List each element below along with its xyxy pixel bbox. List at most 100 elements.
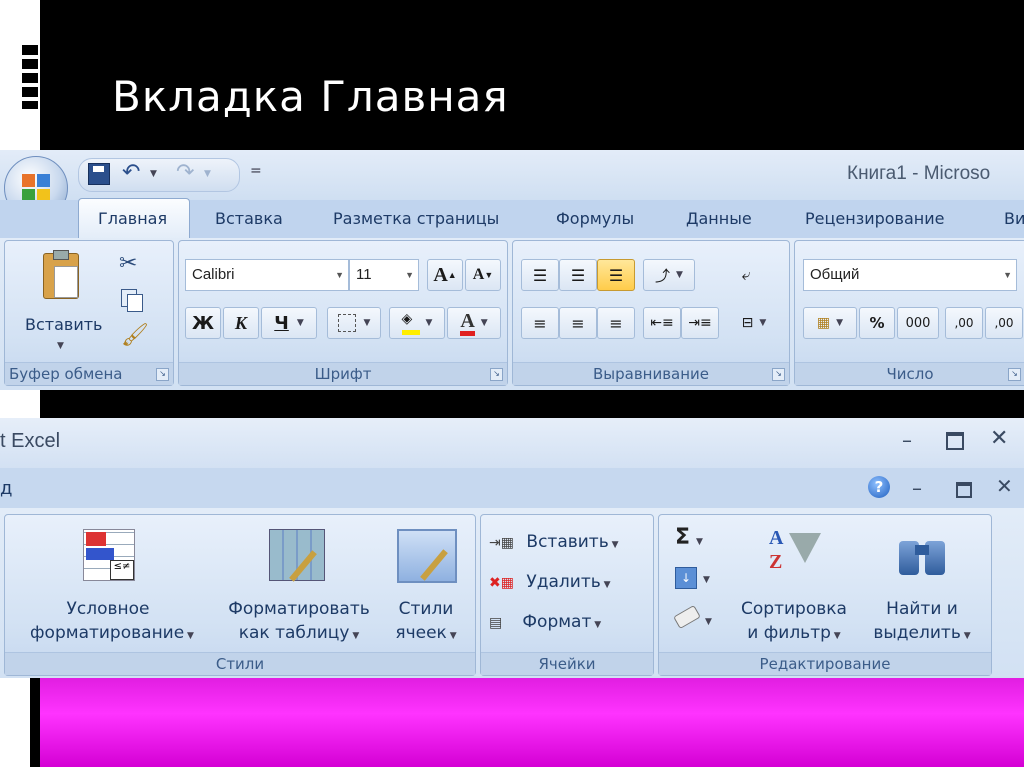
paste-label: Вставить bbox=[25, 315, 103, 334]
font-color-button[interactable]: A ▼ bbox=[447, 307, 501, 339]
find-select-button[interactable]: Найти и выделить ▼ bbox=[861, 519, 983, 645]
minimize-icon[interactable]: – bbox=[902, 428, 912, 452]
font-launcher-icon[interactable]: ↘ bbox=[490, 368, 503, 381]
conditional-formatting-label-2: форматирование ▼ bbox=[30, 623, 194, 643]
wrap-text-icon: ⤶ bbox=[741, 265, 751, 284]
currency-button[interactable]: ▦ ▼ bbox=[803, 307, 857, 339]
editing-group-label: Редактирование bbox=[659, 652, 991, 675]
grow-font-button[interactable]: A ▲ bbox=[427, 259, 463, 291]
number-format-combo[interactable]: Общий ▼ bbox=[803, 259, 1017, 291]
paste-dropdown-icon[interactable]: ▼ bbox=[57, 341, 64, 351]
format-as-table-label-1: Форматировать bbox=[228, 599, 370, 619]
align-right-icon: ≡ bbox=[609, 313, 623, 333]
cell-styles-label-1: Стили bbox=[398, 599, 454, 619]
window-title-2: t Excel bbox=[0, 430, 61, 452]
increase-indent-icon: ⇥≡ bbox=[688, 315, 712, 331]
format-cells-button[interactable]: ▤ Формат ▼ bbox=[489, 607, 649, 637]
autosum-button[interactable]: Σ ▼ bbox=[675, 525, 725, 555]
styles-group-label: Стили bbox=[5, 652, 475, 675]
tab-home[interactable]: Главная bbox=[98, 200, 167, 238]
insert-cells-icon: ⇥▦ bbox=[489, 535, 514, 551]
binoculars-icon bbox=[899, 531, 947, 577]
copy-icon[interactable] bbox=[121, 289, 143, 312]
workbook-minimize-icon[interactable]: – bbox=[912, 476, 922, 500]
help-icon[interactable]: ? bbox=[868, 476, 890, 498]
increase-decimal-button[interactable]: ,00 bbox=[945, 307, 983, 339]
tab-insert[interactable]: Вставка bbox=[215, 200, 283, 238]
paste-button[interactable]: Вставить ▼ bbox=[25, 249, 102, 351]
alignment-launcher-icon[interactable]: ↘ bbox=[772, 368, 785, 381]
orientation-button[interactable]: ⤴ ▼ bbox=[643, 259, 695, 291]
align-center-icon: ≡ bbox=[571, 313, 585, 333]
decrease-indent-button[interactable]: ⇤≡ bbox=[643, 307, 681, 339]
align-center-button[interactable]: ≡ bbox=[559, 307, 597, 339]
sort-filter-button[interactable]: A Z Сортировка и фильтр ▼ bbox=[729, 519, 859, 645]
merge-center-button[interactable]: ⊟ ▼ bbox=[727, 307, 781, 339]
tab-view[interactable]: Ви bbox=[1004, 200, 1024, 238]
increase-indent-button[interactable]: ⇥≡ bbox=[681, 307, 719, 339]
decrease-indent-icon: ⇤≡ bbox=[650, 315, 674, 331]
wrap-text-button[interactable]: ⤶ bbox=[727, 259, 765, 291]
font-size-combo[interactable]: 11 ▼ bbox=[349, 259, 419, 291]
restore-icon[interactable] bbox=[946, 432, 964, 450]
format-cells-icon: ▤ bbox=[489, 615, 503, 631]
tab-fragment[interactable]: д bbox=[0, 478, 12, 499]
delete-cells-button[interactable]: ✖▦ Удалить ▼ bbox=[489, 567, 649, 597]
cut-icon[interactable]: ✂ bbox=[119, 251, 137, 276]
cells-group: ⇥▦ Вставить ▼ ✖▦ Удалить ▼ ▤ Формат ▼ Яч… bbox=[480, 514, 654, 676]
workbook-close-icon[interactable]: ✕ bbox=[996, 474, 1013, 498]
align-middle-button[interactable]: ☰ bbox=[559, 259, 597, 291]
align-bottom-button[interactable]: ☰ bbox=[597, 259, 635, 291]
merge-icon: ⊟ bbox=[741, 315, 754, 331]
conditional-formatting-button[interactable]: ≤≠ Условное форматирование ▼ bbox=[9, 519, 207, 645]
bold-button[interactable]: Ж bbox=[185, 307, 221, 339]
undo-icon[interactable]: ↶ bbox=[122, 160, 140, 185]
borders-button[interactable]: ▼ bbox=[327, 307, 381, 339]
number-group: Общий ▼ ▦ ▼ % 000 ,00 ,00 Число ↘ bbox=[794, 240, 1024, 386]
format-painter-icon[interactable]: 🖌 bbox=[121, 323, 149, 348]
close-icon[interactable]: ✕ bbox=[990, 426, 1008, 451]
redo-dropdown-icon[interactable]: ▼ bbox=[204, 169, 211, 179]
clear-button[interactable]: ▼ bbox=[673, 604, 725, 639]
office-logo-icon bbox=[22, 174, 50, 202]
customize-qat-icon[interactable]: = bbox=[250, 163, 262, 179]
thousands-button[interactable]: 000 bbox=[897, 307, 939, 339]
fill-button[interactable]: ↓ ▼ bbox=[675, 567, 725, 597]
tab-page-layout[interactable]: Разметка страницы bbox=[333, 200, 499, 238]
insert-cells-button[interactable]: ⇥▦ Вставить ▼ bbox=[489, 527, 649, 557]
format-as-table-label-2: как таблицу ▼ bbox=[238, 623, 360, 643]
decrease-decimal-button[interactable]: ,00 bbox=[985, 307, 1023, 339]
redo-icon[interactable]: ↷ bbox=[176, 160, 194, 185]
clipboard-group: Вставить ▼ ✂ 🖌 Буфер обмена ↘ bbox=[4, 240, 174, 386]
align-top-button[interactable]: ☰ bbox=[521, 259, 559, 291]
format-as-table-icon bbox=[269, 529, 325, 582]
format-as-table-button[interactable]: Форматировать как таблицу ▼ bbox=[213, 519, 383, 645]
shrink-font-button[interactable]: A ▼ bbox=[465, 259, 501, 291]
conditional-formatting-icon: ≤≠ bbox=[83, 529, 135, 581]
save-icon[interactable] bbox=[88, 163, 110, 185]
align-left-button[interactable]: ≡ bbox=[521, 307, 559, 339]
tab-review[interactable]: Рецензирование bbox=[805, 200, 944, 238]
find-select-label-2: выделить ▼ bbox=[873, 623, 971, 643]
workbook-restore-icon[interactable] bbox=[956, 482, 972, 498]
clipboard-group-label: Буфер обмена bbox=[5, 362, 173, 385]
sort-filter-label-1: Сортировка bbox=[741, 599, 847, 619]
underline-button[interactable]: Ч ▼ bbox=[261, 307, 317, 339]
clipboard-launcher-icon[interactable]: ↘ bbox=[156, 368, 169, 381]
align-top-icon: ☰ bbox=[532, 265, 548, 285]
align-left-icon: ≡ bbox=[533, 313, 547, 333]
align-middle-icon: ☰ bbox=[570, 265, 586, 285]
divider-band bbox=[40, 390, 1024, 418]
cell-styles-button[interactable]: Стили ячеек ▼ bbox=[383, 519, 469, 645]
font-name-combo[interactable]: Calibri ▼ bbox=[185, 259, 349, 291]
fill-color-button[interactable]: ◈ ▼ bbox=[389, 307, 445, 339]
tab-data[interactable]: Данные bbox=[686, 200, 752, 238]
percent-button[interactable]: % bbox=[859, 307, 895, 339]
tab-formulas[interactable]: Формулы bbox=[556, 200, 634, 238]
number-launcher-icon[interactable]: ↘ bbox=[1008, 368, 1021, 381]
fill-down-icon: ↓ bbox=[675, 567, 697, 589]
align-right-button[interactable]: ≡ bbox=[597, 307, 635, 339]
undo-dropdown-icon[interactable]: ▼ bbox=[150, 169, 157, 179]
italic-button[interactable]: К bbox=[223, 307, 259, 339]
title-bar-2 bbox=[0, 418, 1024, 468]
